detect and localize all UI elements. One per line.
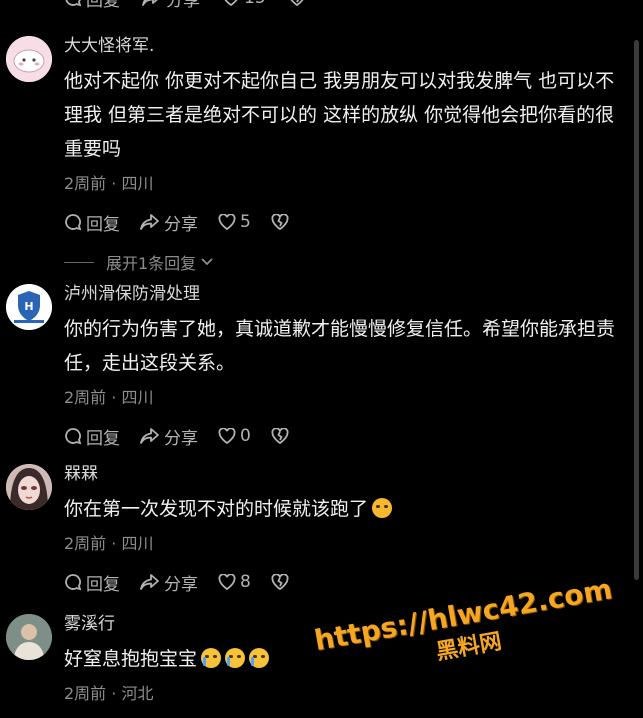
share-button[interactable]: 分享	[140, 570, 198, 595]
comment-text: 他对不起你 你更对不起你自己 我男朋友可以对我发脾气 也可以不理我 但第三者是绝…	[64, 70, 615, 160]
share-label: 分享	[164, 214, 198, 235]
comment-text: 你在第一次发现不对的时候就该跑了	[64, 492, 624, 526]
comment-text-content: 好窒息抱抱宝宝	[64, 648, 198, 670]
reply-label: 回复	[86, 428, 120, 449]
divider	[64, 261, 94, 263]
dislike-button[interactable]	[271, 428, 293, 444]
heart-icon	[218, 428, 236, 444]
reply-icon	[65, 428, 82, 445]
like-button[interactable]: 0	[218, 426, 251, 446]
reply-icon	[65, 574, 82, 591]
top-action-row: 回复 分享 15	[64, 0, 332, 11]
svg-text:H: H	[24, 300, 33, 313]
crying-emoji-icon	[225, 648, 246, 668]
reply-icon	[65, 0, 82, 7]
share-button[interactable]: 分享	[142, 0, 200, 11]
broken-heart-icon	[290, 0, 304, 6]
heart-icon	[218, 574, 236, 590]
reply-button[interactable]: 回复	[64, 424, 120, 449]
reply-button[interactable]: 回复	[64, 0, 120, 11]
like-count: 8	[240, 572, 251, 592]
comment-meta: 2周前 · 河北	[64, 684, 154, 703]
avatar[interactable]	[6, 464, 52, 510]
share-icon	[140, 214, 159, 230]
dislike-button[interactable]	[288, 0, 310, 6]
reply-label: 回复	[86, 574, 120, 595]
comment-meta: 2周前 · 四川	[64, 534, 154, 553]
like-button[interactable]: 5	[218, 212, 251, 232]
expand-replies-button[interactable]: 展开1条回复	[64, 250, 630, 274]
comment-time: 2周前	[64, 388, 107, 407]
broken-heart-icon	[271, 214, 289, 230]
reply-button[interactable]: 回复	[64, 570, 120, 595]
crying-emoji-icon	[249, 648, 270, 668]
reply-label: 回复	[86, 0, 120, 11]
avatar[interactable]	[6, 614, 52, 660]
comment-location: 四川	[121, 388, 154, 407]
sweat-smile-emoji-icon	[372, 498, 393, 518]
comment-time: 2周前	[64, 534, 107, 553]
username[interactable]: 槑槑	[64, 462, 630, 486]
comment-time: 2周前	[64, 174, 107, 193]
like-count: 15	[244, 0, 266, 8]
share-label: 分享	[164, 574, 198, 595]
comment-meta: 2周前 · 四川	[64, 174, 154, 193]
comment-location: 河北	[121, 684, 154, 703]
share-icon	[142, 0, 158, 6]
reply-icon	[65, 214, 82, 231]
like-button[interactable]: 15	[222, 0, 266, 8]
share-label: 分享	[166, 0, 200, 11]
reply-label: 回复	[86, 214, 120, 235]
share-label: 分享	[164, 428, 198, 449]
share-icon	[140, 428, 159, 444]
username[interactable]: 大大怪将军.	[64, 34, 630, 58]
comment-location: 四川	[121, 174, 154, 193]
avatar[interactable]: H	[6, 284, 52, 330]
heart-icon	[218, 214, 236, 230]
like-count: 0	[240, 426, 251, 446]
comment-text-content: 你在第一次发现不对的时候就该跑了	[64, 498, 369, 520]
share-button[interactable]: 分享	[140, 210, 198, 235]
dislike-button[interactable]	[271, 574, 293, 590]
comment-time: 2周前	[64, 684, 107, 703]
avatar[interactable]	[6, 36, 52, 82]
share-button[interactable]: 分享	[140, 424, 198, 449]
comment-actions: 回复 分享 5	[64, 210, 630, 235]
share-icon	[140, 574, 159, 590]
dislike-button[interactable]	[271, 214, 293, 230]
crying-emoji-icon	[201, 648, 222, 668]
comment-meta: 2周前 · 四川	[64, 388, 154, 407]
reply-button[interactable]: 回复	[64, 210, 120, 235]
like-button[interactable]: 8	[218, 572, 251, 592]
comment-location: 四川	[121, 534, 154, 553]
broken-heart-icon	[271, 574, 289, 590]
username[interactable]: 泸州滑保防滑处理	[64, 282, 630, 306]
expand-replies-label: 展开1条回复	[106, 254, 197, 273]
heart-icon	[224, 0, 238, 6]
chevron-down-icon	[201, 258, 213, 266]
scrollbar[interactable]	[634, 40, 639, 580]
comment-actions: 回复 分享 0	[64, 424, 630, 449]
comment-text: 你的行为伤害了她，真诚道歉才能慢慢修复信任。希望你能承担责任，走出这段关系。	[64, 318, 616, 374]
like-count: 5	[240, 212, 251, 232]
broken-heart-icon	[271, 428, 289, 444]
